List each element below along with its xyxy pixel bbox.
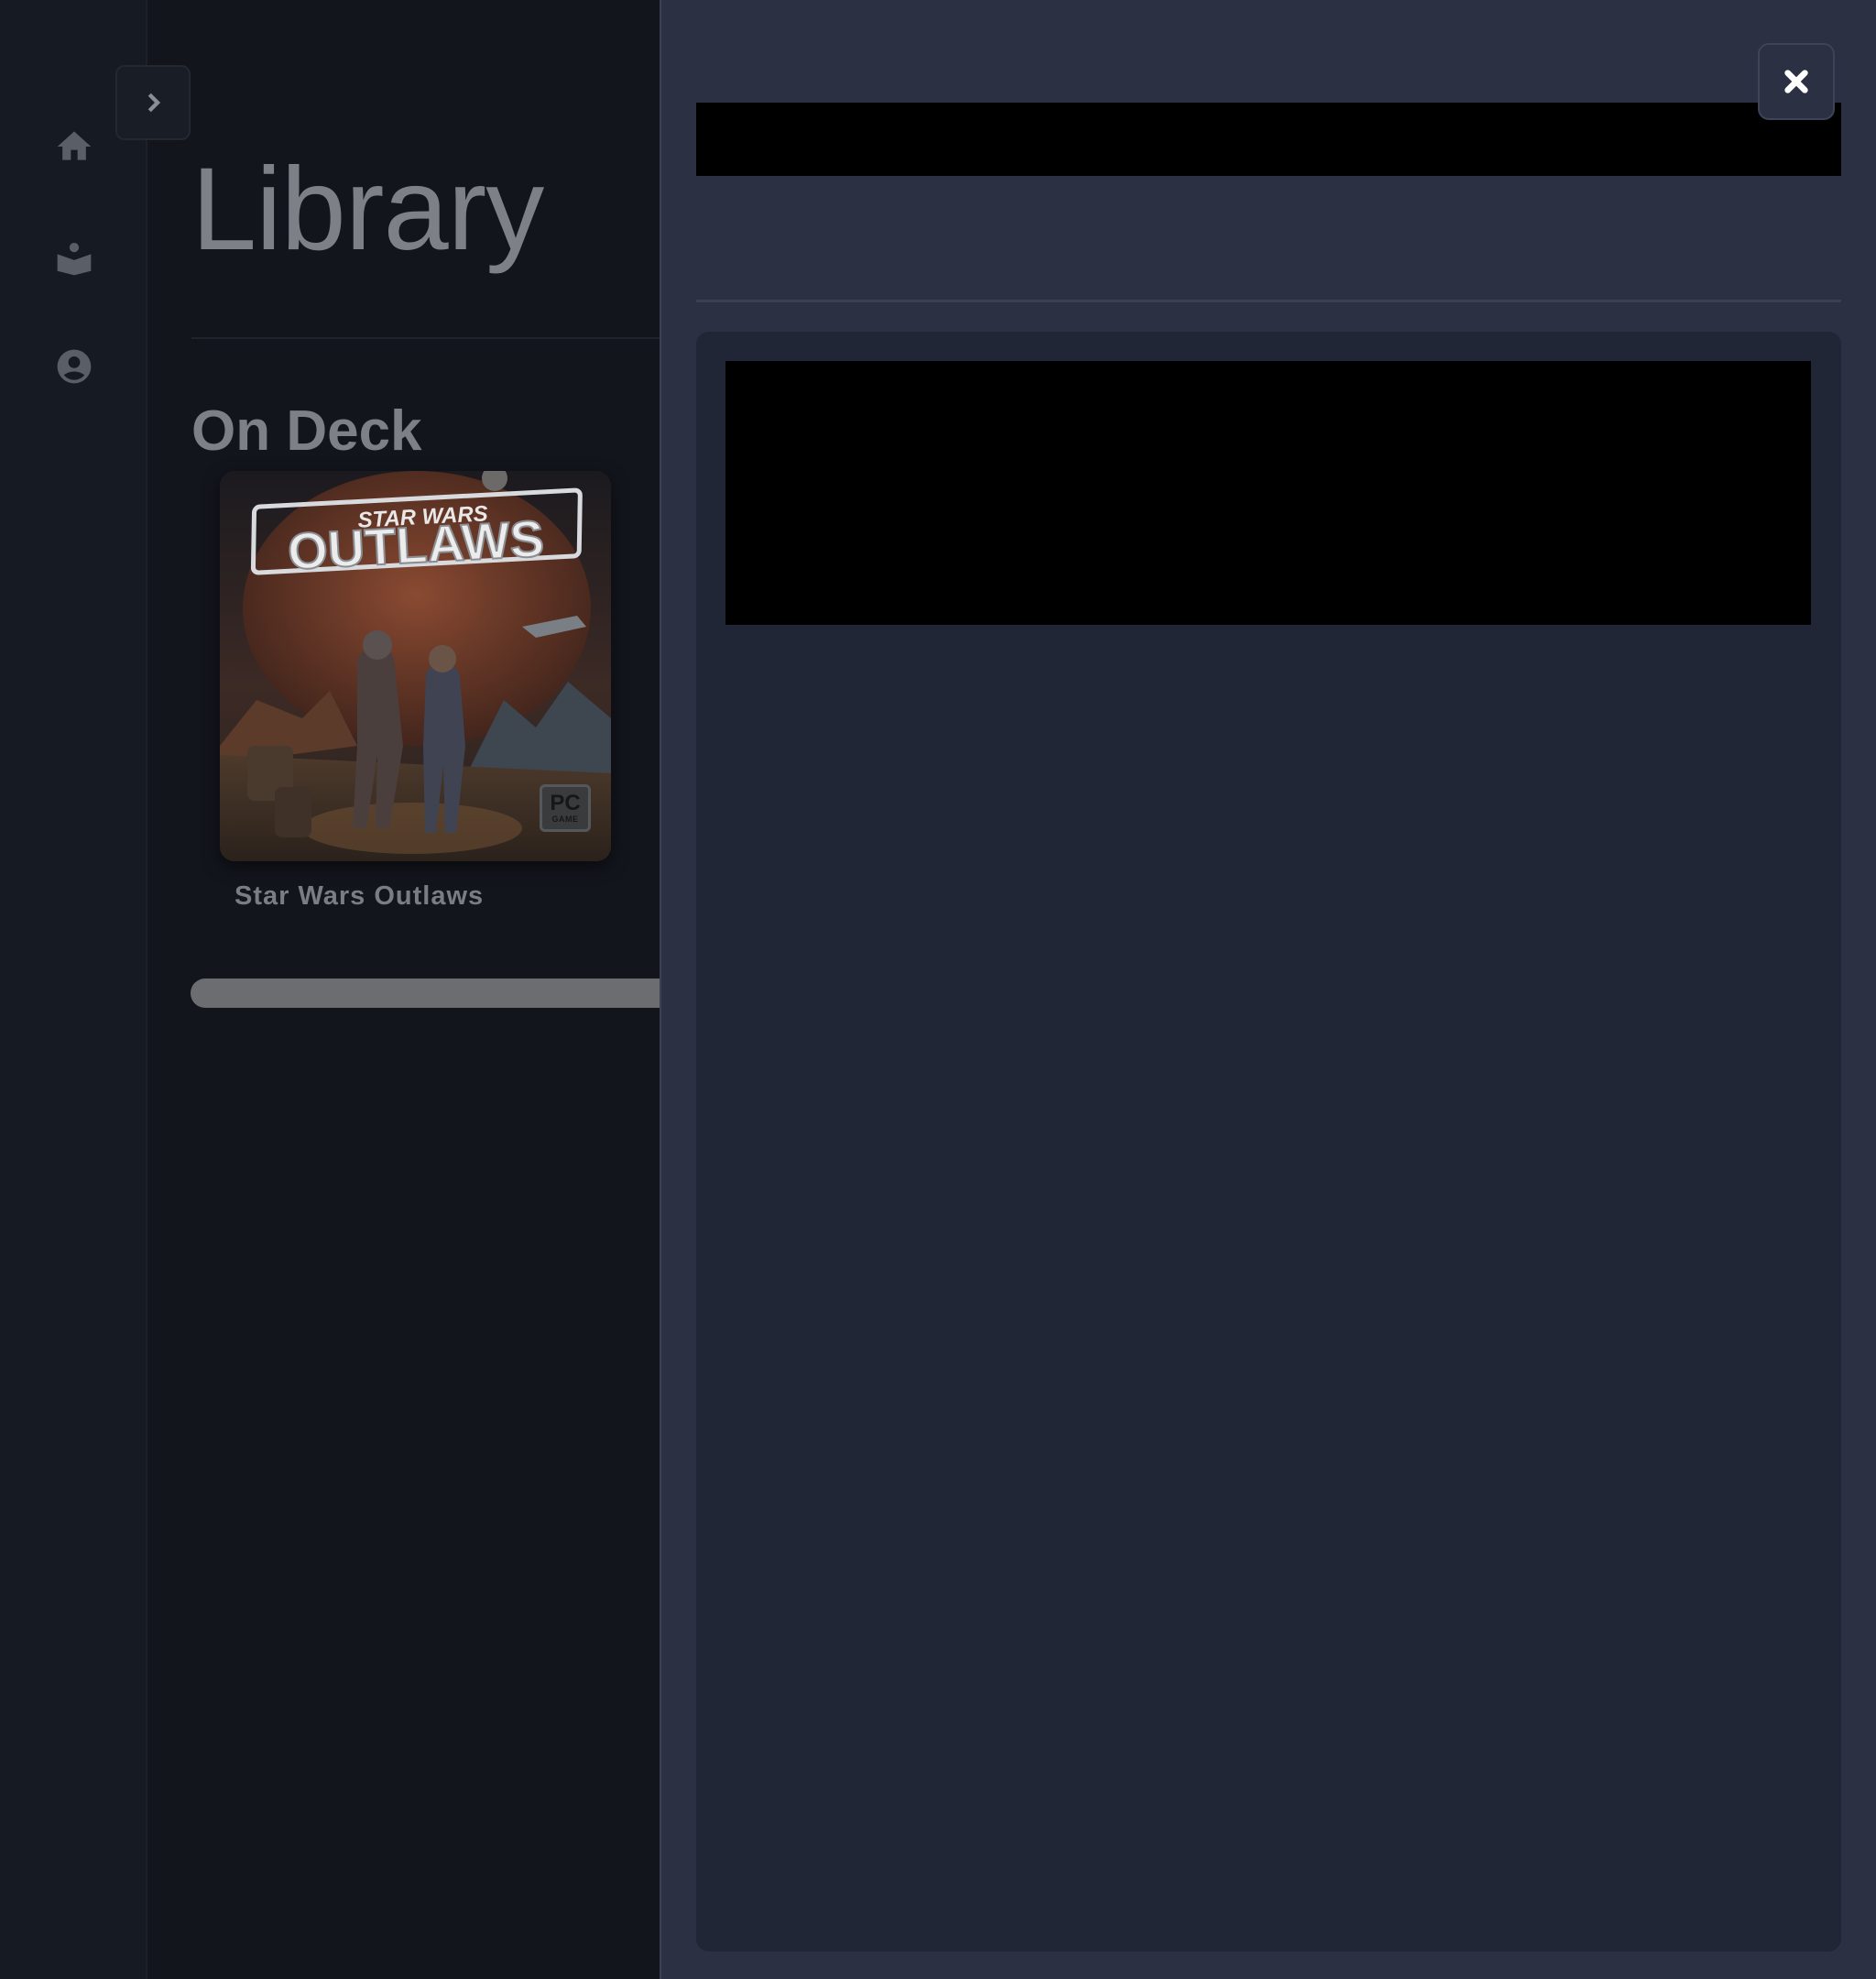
game-card[interactable]: STAR WARS OUTLAWS PC GAME Star Wars Outl… — [220, 471, 611, 912]
game-title: Star Wars Outlaws — [234, 881, 485, 911]
sidebar-rail — [0, 0, 147, 1979]
game-cover-image: STAR WARS OUTLAWS PC GAME — [220, 471, 611, 861]
close-icon — [1784, 70, 1808, 93]
close-panel-button[interactable] — [1758, 43, 1835, 120]
library-main: Library On Deck STAR WARS OUTLAWS PC GAM… — [147, 0, 660, 1979]
redacted-content-block — [725, 361, 1811, 625]
panel-divider — [696, 300, 1841, 302]
nav-library-button[interactable] — [48, 232, 101, 285]
pc-game-badge: PC GAME — [540, 784, 591, 832]
nav-account-button[interactable] — [48, 340, 101, 393]
badge-pc-label: PC — [550, 791, 581, 815]
panel-content-card — [696, 332, 1841, 1952]
title-divider — [191, 337, 660, 339]
horizontal-scrollbar[interactable] — [191, 979, 660, 1008]
section-title-on-deck: On Deck — [191, 399, 422, 463]
page-title: Library — [191, 144, 544, 275]
detail-panel — [660, 0, 1876, 1979]
nav-home-button[interactable] — [48, 120, 101, 173]
badge-game-label: GAME — [551, 815, 579, 824]
home-icon — [57, 131, 92, 160]
library-icon — [57, 242, 92, 276]
app-root: Library On Deck STAR WARS OUTLAWS PC GAM… — [0, 0, 1876, 1979]
redacted-title-block — [696, 103, 1841, 176]
account-icon — [57, 349, 92, 384]
